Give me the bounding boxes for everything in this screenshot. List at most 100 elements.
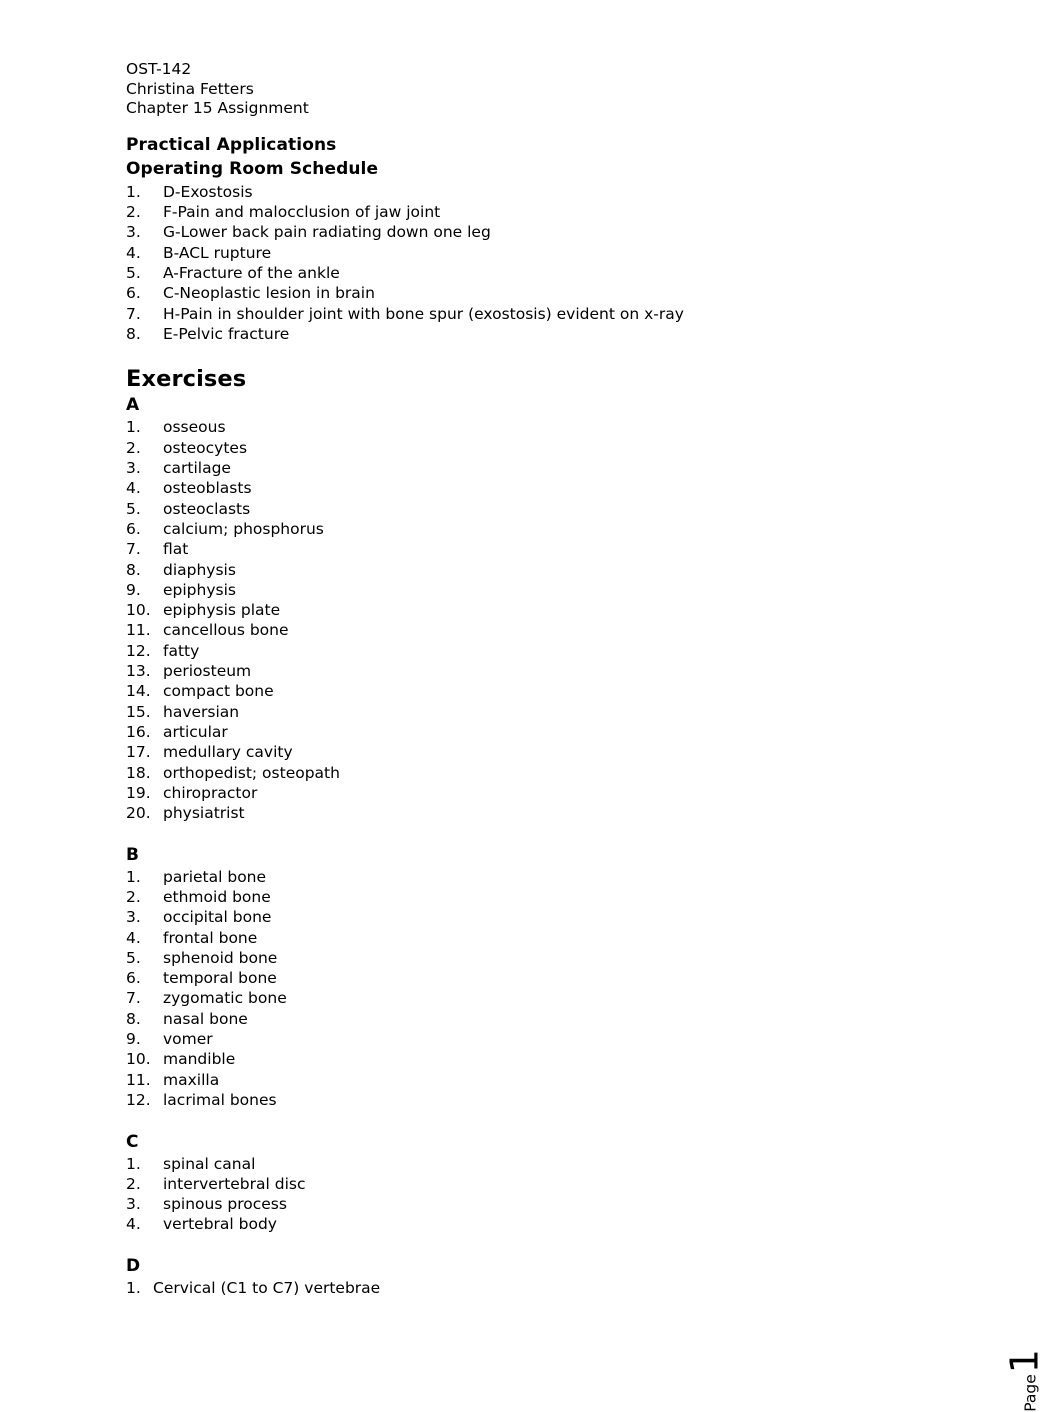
list-item-number: 7. <box>126 989 141 1008</box>
list-item-number: 7. <box>126 540 141 559</box>
list-item-number: 17. <box>126 743 151 762</box>
list-item: 8. nasal bone <box>126 1009 956 1029</box>
list-item-text: flat <box>163 540 189 559</box>
list-item-number: 1. <box>126 1154 141 1173</box>
list-item-text: spinal canal <box>163 1154 256 1173</box>
list-item-number: 2. <box>126 1174 141 1193</box>
exercise-list-b: 1. parietal bone 2. ethmoid bone 3. occipit… <box>126 867 956 1111</box>
list-item-text: maxilla <box>163 1070 220 1089</box>
list-item-number: 12. <box>126 1090 151 1109</box>
list-item-number: 4. <box>126 479 141 498</box>
list-item: 8. diaphysis <box>126 560 956 580</box>
list-item-text: articular <box>163 722 228 741</box>
list-item-number: 8. <box>126 1009 141 1028</box>
list-item-text: cartilage <box>163 459 231 478</box>
list-item-number: 20. <box>126 804 151 823</box>
list-item-text: G-Lower back pain radiating down one leg <box>163 223 491 242</box>
list-item: 1. Cervical (C1 to C7) vertebrae <box>126 1278 956 1298</box>
list-item-text: Cervical (C1 to C7) vertebrae <box>153 1279 381 1298</box>
list-item: 7. flat <box>126 539 956 559</box>
list-item: 4. B-ACL rupture <box>126 243 956 263</box>
document-header: OST-142 Christina Fetters Chapter 15 Ass… <box>126 60 956 119</box>
operating-room-schedule-heading: Operating Room Schedule <box>126 159 379 180</box>
list-item-text: chiropractor <box>163 783 258 802</box>
list-item-text: H-Pain in shoulder joint with bone spur … <box>163 304 684 323</box>
list-item-number: 1. <box>126 867 141 886</box>
list-item: 1. D-Exostosis <box>126 182 956 202</box>
list-item-number: 1. <box>126 1279 141 1298</box>
list-item: 6. calcium; phosphorus <box>126 519 956 539</box>
list-item: 3. cartilage <box>126 458 956 478</box>
list-item: 12. fatty <box>126 641 956 661</box>
list-item-number: 6. <box>126 284 141 303</box>
list-item-number: 10. <box>126 1050 151 1069</box>
practical-applications-heading: Practical Applications <box>126 134 337 155</box>
list-item-text: vertebral body <box>163 1215 277 1234</box>
list-item-text: frontal bone <box>163 928 258 947</box>
list-item-number: 10. <box>126 601 151 620</box>
list-item: 2. F-Pain and malocclusion of jaw joint <box>126 202 956 222</box>
list-item-number: 3. <box>126 1195 141 1214</box>
list-item-number: 4. <box>126 928 141 947</box>
header-line-course: OST-142 <box>126 60 192 78</box>
header-line-assignment: Chapter 15 Assignment <box>126 99 309 118</box>
list-item-number: 5. <box>126 263 141 282</box>
list-item-number: 13. <box>126 662 151 681</box>
list-item-number: 4. <box>126 1215 141 1234</box>
list-item: 9. epiphysis <box>126 580 956 600</box>
list-item: 2. ethmoid bone <box>126 887 956 907</box>
list-item-text: E-Pelvic fracture <box>163 324 290 343</box>
exercise-section-label-b: B <box>126 844 139 865</box>
list-item-text: vomer <box>163 1030 213 1049</box>
list-item: 1. osseous <box>126 417 956 437</box>
list-item-number: 5. <box>126 499 141 518</box>
list-item: 4. frontal bone <box>126 928 956 948</box>
exercise-section-label-c: C <box>126 1131 139 1152</box>
list-item: 4. vertebral body <box>126 1214 956 1234</box>
list-item-text: periosteum <box>163 662 252 681</box>
list-item-text: physiatrist <box>163 804 245 823</box>
list-item-number: 12. <box>126 641 151 660</box>
document-page: OST-142 Christina Fetters Chapter 15 Ass… <box>0 0 1062 1412</box>
list-item: 5. A-Fracture of the ankle <box>126 263 956 283</box>
list-item: 13. periosteum <box>126 661 956 681</box>
list-item-text: diaphysis <box>163 560 236 579</box>
list-item-text: fatty <box>163 641 200 660</box>
list-item-number: 9. <box>126 1030 141 1049</box>
practical-applications-list: 1. D-Exostosis 2. F-Pain and malocclusion … <box>126 182 956 344</box>
list-item-text: occipital bone <box>163 908 272 927</box>
list-item: 1. parietal bone <box>126 867 956 887</box>
list-item-number: 5. <box>126 948 141 967</box>
list-item: 5. sphenoid bone <box>126 948 956 968</box>
list-item-text: orthopedist; osteopath <box>163 763 340 782</box>
list-item-number: 2. <box>126 203 141 222</box>
list-item: 11. cancellous bone <box>126 620 956 640</box>
list-item-text: haversian <box>163 702 240 721</box>
list-item: 15. haversian <box>126 702 956 722</box>
exercise-list-a: 1. osseous 2. osteocytes 3. cartilage 4. ost… <box>126 417 956 823</box>
page-footer: Page 1 <box>988 1229 1048 1412</box>
list-item-number: 8. <box>126 560 141 579</box>
list-item-text: osseous <box>163 418 226 437</box>
list-item-text: nasal bone <box>163 1009 248 1028</box>
list-item-number: 16. <box>126 722 151 741</box>
list-item-number: 19. <box>126 783 151 802</box>
page-label: Page <box>1022 1374 1040 1412</box>
list-item-text: epiphysis plate <box>163 601 281 620</box>
list-item: 19. chiropractor <box>126 783 956 803</box>
list-item: 17. medullary cavity <box>126 742 956 762</box>
list-item: 4. osteoblasts <box>126 478 956 498</box>
list-item-number: 4. <box>126 243 141 262</box>
list-item: 3. G-Lower back pain radiating down one l… <box>126 222 956 242</box>
list-item-text: sphenoid bone <box>163 948 278 967</box>
list-item-text: spinous process <box>163 1195 287 1214</box>
list-item: 1. spinal canal <box>126 1154 956 1174</box>
list-item-text: zygomatic bone <box>163 989 287 1008</box>
list-item-number: 1. <box>126 418 141 437</box>
list-item-text: parietal bone <box>163 867 267 886</box>
list-item-text: cancellous bone <box>163 621 289 640</box>
list-item-number: 3. <box>126 908 141 927</box>
list-item-text: lacrimal bones <box>163 1090 277 1109</box>
